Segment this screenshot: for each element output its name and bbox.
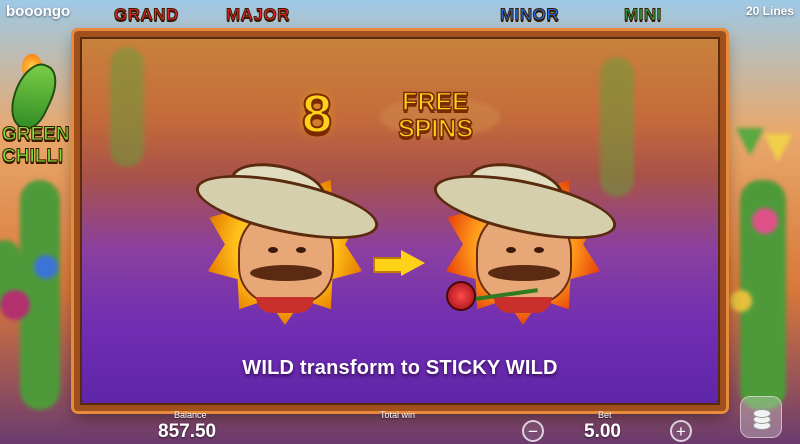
free-spins-popup[interactable]: 8 FREE SPINS WILD transform to STICKY WI… <box>74 31 726 411</box>
decrease-bet-button[interactable]: − <box>522 420 544 442</box>
lines-count: 20 Lines <box>745 4 794 18</box>
jackpot-minor: MINOR <box>499 5 560 25</box>
mustache-icon <box>488 265 560 281</box>
spins-label: SPINS <box>397 115 474 144</box>
sticky-wild-mariachi-rose-icon <box>428 155 622 331</box>
mustache-icon <box>250 265 322 281</box>
game-logo: GREEN CHILLI <box>0 54 80 174</box>
jackpot-major: MAJOR <box>226 5 290 25</box>
brand-logo: booongo <box>6 3 71 20</box>
bet-value: 5.00 <box>584 421 621 442</box>
wild-mariachi-icon <box>190 155 384 331</box>
coins-stack-button[interactable] <box>740 396 782 438</box>
jackpot-grand: GRAND <box>114 5 179 25</box>
balance-label: Balance <box>174 410 207 420</box>
increase-bet-button[interactable]: + <box>670 420 692 442</box>
free-spins-label: FREE SPINS <box>397 88 474 144</box>
arrow-right-icon <box>373 250 425 276</box>
logo-word-green: GREEN <box>2 124 71 146</box>
bottom-bar: Balance 857.50 Total win − Bet 5.00 + <box>0 408 800 444</box>
top-bar: booongo GRAND MAJOR MINOR MINI 20 Lines <box>0 0 800 30</box>
total-win-label: Total win <box>380 410 416 420</box>
feature-caption: WILD transform to STICKY WILD <box>242 357 558 379</box>
free-label: FREE <box>401 88 469 117</box>
jackpot-mini: MINI <box>624 5 662 25</box>
balance-value: 857.50 <box>158 421 217 442</box>
logo-word-chilli: CHILLI <box>1 146 64 168</box>
rose-icon <box>446 281 476 311</box>
bet-label: Bet <box>598 410 612 420</box>
free-spins-count: 8 <box>301 84 333 144</box>
